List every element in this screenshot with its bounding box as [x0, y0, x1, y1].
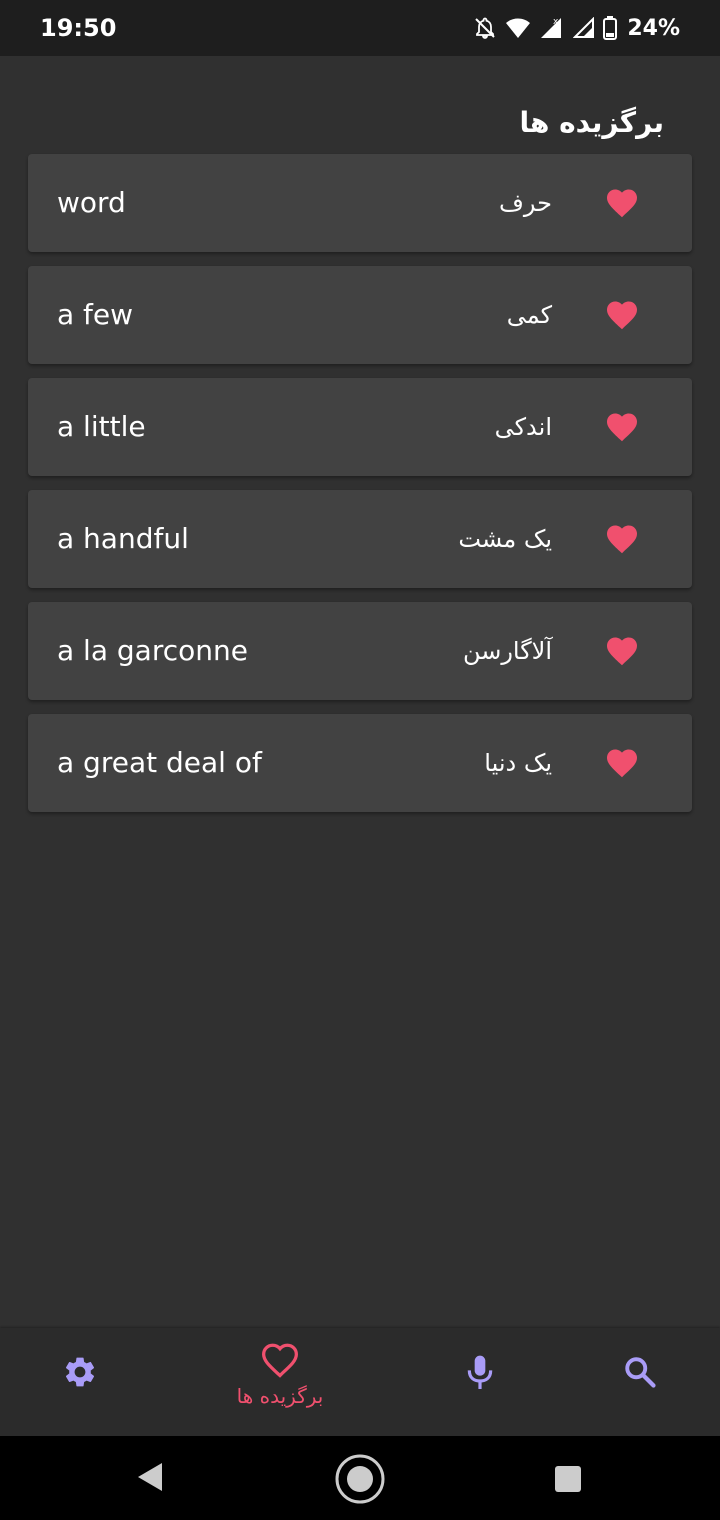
mic-icon: [467, 1355, 493, 1389]
favorite-translation: حرف: [499, 189, 552, 217]
favorite-translation: یک مشت: [458, 525, 552, 553]
favorite-word: a great deal of: [57, 746, 262, 779]
favorite-translation: یک دنیا: [484, 749, 552, 777]
heart-icon[interactable]: [604, 633, 640, 669]
favorite-translation: اندکی: [494, 413, 552, 441]
wifi-icon: [506, 18, 531, 38]
heart-icon[interactable]: [604, 745, 640, 781]
search-icon: [625, 1357, 656, 1388]
status-time: 19:50: [40, 14, 117, 42]
heart-icon[interactable]: [604, 521, 640, 557]
status-bar: 19:50 x 24%: [0, 0, 720, 56]
recent-apps-icon[interactable]: [554, 1465, 582, 1493]
favorite-card[interactable]: a great deal of یک دنیا: [28, 714, 692, 812]
bottom-navigation: برگزیده ها: [0, 1328, 720, 1436]
battery-icon: [603, 16, 618, 40]
favorite-card[interactable]: word حرف: [28, 154, 692, 252]
favorite-word: a few: [57, 298, 134, 331]
favorite-word: a handful: [57, 522, 189, 555]
favorite-translation: کمی: [506, 301, 552, 329]
nav-search[interactable]: [622, 1354, 658, 1390]
nav-favorites[interactable]: برگزیده ها: [226, 1342, 334, 1422]
heart-icon[interactable]: [604, 297, 640, 333]
favorite-card[interactable]: a la garconne آلاگارسن: [28, 602, 692, 700]
favorite-card[interactable]: a few کمی: [28, 266, 692, 364]
favorite-word: word: [57, 186, 126, 219]
nav-settings[interactable]: [62, 1354, 98, 1390]
favorite-card[interactable]: a little اندکی: [28, 378, 692, 476]
favorites-list: word حرف a few کمی a little اندکی a handful یک …: [28, 154, 692, 826]
favorite-word: a la garconne: [57, 634, 248, 667]
favorite-word: a little: [57, 410, 146, 443]
nav-voice[interactable]: [464, 1354, 496, 1392]
heart-outline-icon: [261, 1343, 299, 1378]
signal-icon: [573, 17, 595, 38]
battery-percent: 24%: [627, 15, 680, 41]
system-navigation-bar: [0, 1436, 720, 1520]
heart-icon[interactable]: [604, 185, 640, 221]
page-title: برگزیده ها: [519, 106, 664, 139]
back-icon[interactable]: [136, 1460, 166, 1494]
home-icon[interactable]: [334, 1453, 386, 1505]
favorite-translation: آلاگارسن: [462, 637, 552, 665]
settings-icon: [65, 1357, 95, 1387]
signal-icon: x: [541, 17, 562, 38]
svg-text:x: x: [553, 17, 559, 27]
favorite-card[interactable]: a handful یک مشت: [28, 490, 692, 588]
status-icons: x 24%: [473, 16, 680, 41]
notifications-off-icon: [475, 17, 496, 39]
nav-favorites-label: برگزیده ها: [236, 1384, 324, 1408]
heart-icon[interactable]: [604, 409, 640, 445]
